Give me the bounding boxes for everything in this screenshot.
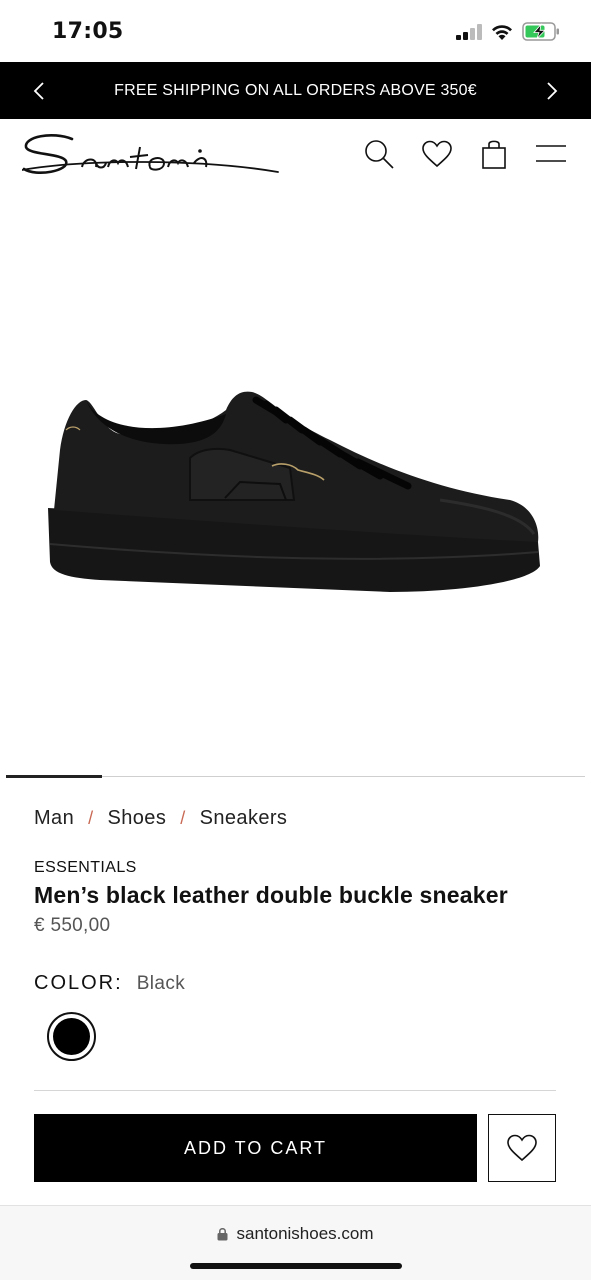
color-swatch-black[interactable] bbox=[47, 1012, 96, 1061]
lock-icon bbox=[217, 1228, 228, 1241]
status-time: 17:05 bbox=[52, 19, 124, 44]
url-text: santonishoes.com bbox=[236, 1224, 374, 1243]
breadcrumb-item-sneakers[interactable]: Sneakers bbox=[200, 807, 288, 830]
promo-banner: FREE SHIPPING ON ALL ORDERS ABOVE 350€ bbox=[0, 62, 591, 119]
product-title: Men’s black leather double buckle sneake… bbox=[34, 882, 508, 908]
promo-text: FREE SHIPPING ON ALL ORDERS ABOVE 350€ bbox=[114, 81, 477, 99]
color-swatch-fill bbox=[53, 1018, 90, 1055]
shopping-bag-icon bbox=[482, 140, 506, 169]
santoni-logo[interactable] bbox=[22, 133, 280, 177]
breadcrumb-separator: / bbox=[180, 808, 186, 828]
heart-icon bbox=[422, 140, 452, 168]
promo-prev-button[interactable] bbox=[14, 62, 64, 119]
home-indicator[interactable] bbox=[190, 1263, 402, 1269]
breadcrumb: Man / Shoes / Sneakers bbox=[34, 807, 287, 830]
menu-button[interactable] bbox=[534, 137, 568, 171]
product-image[interactable] bbox=[40, 330, 550, 600]
breadcrumb-item-man[interactable]: Man bbox=[34, 807, 74, 830]
add-to-cart-button[interactable]: ADD TO CART bbox=[34, 1114, 477, 1182]
url-field[interactable]: santonishoes.com bbox=[0, 1224, 591, 1244]
promo-next-button[interactable] bbox=[527, 62, 577, 119]
product-collection: ESSENTIALS bbox=[34, 859, 137, 876]
cellular-signal-icon bbox=[456, 24, 482, 40]
add-to-wishlist-button[interactable] bbox=[488, 1114, 556, 1182]
color-selector: COLOR: Black bbox=[34, 972, 185, 995]
color-value: Black bbox=[136, 973, 186, 994]
product-price: € 550,00 bbox=[34, 915, 111, 936]
search-icon bbox=[365, 140, 394, 169]
search-button[interactable] bbox=[362, 137, 396, 171]
cart-button[interactable] bbox=[477, 137, 511, 171]
wifi-icon bbox=[492, 25, 512, 40]
chevron-right-icon bbox=[547, 81, 558, 100]
divider bbox=[34, 1090, 556, 1091]
site-header bbox=[0, 119, 591, 194]
breadcrumb-item-shoes[interactable]: Shoes bbox=[108, 807, 167, 830]
chevron-left-icon bbox=[33, 81, 44, 100]
wishlist-header-button[interactable] bbox=[420, 137, 454, 171]
breadcrumb-separator: / bbox=[88, 808, 94, 828]
status-bar: 17:05 bbox=[0, 0, 591, 62]
gallery-progress-indicator bbox=[6, 775, 102, 778]
color-label: COLOR: bbox=[34, 972, 123, 994]
heart-icon bbox=[507, 1134, 537, 1162]
battery-charging-icon bbox=[522, 22, 559, 41]
menu-icon bbox=[536, 145, 566, 162]
browser-address-bar: santonishoes.com bbox=[0, 1205, 591, 1280]
